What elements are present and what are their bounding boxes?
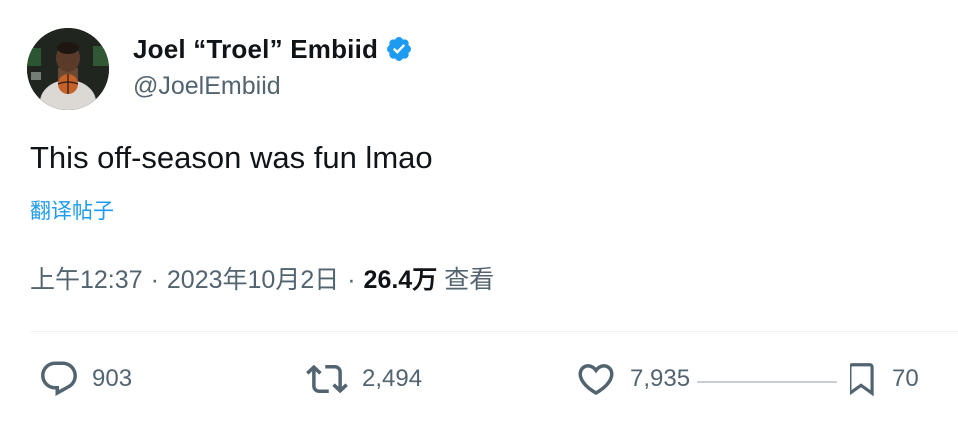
translate-post-link[interactable]: 翻译帖子 [30, 195, 114, 225]
tweet-date[interactable]: 2023年10月2日 [167, 260, 339, 296]
retweet-icon [306, 364, 348, 394]
author-name-row[interactable]: Joel “Troel” Embiid [133, 32, 413, 66]
meta-separator: · [150, 266, 159, 294]
overlay-line [697, 381, 837, 383]
views-label: 查看 [444, 266, 495, 294]
divider [30, 331, 958, 332]
verified-badge-icon [385, 35, 413, 63]
tweet-text: This off-season was fun lmao [30, 140, 433, 175]
author-handle[interactable]: @JoelEmbiid [133, 72, 281, 101]
avatar[interactable] [27, 28, 109, 110]
tweet-meta: 上午12:37 · 2023年10月2日 · 26.4万 查看 [30, 260, 494, 296]
like-count: 7,935 [630, 365, 691, 392]
author-display-name[interactable]: Joel “Troel” Embiid [133, 34, 378, 65]
meta-separator: · [347, 266, 356, 294]
retweet-count: 2,494 [362, 365, 423, 392]
tweet-time[interactable]: 上午12:37 [30, 260, 143, 296]
ui-overlay [690, 362, 850, 402]
user-avatar-image [27, 28, 109, 110]
like-button[interactable]: 7,935 [574, 356, 690, 402]
bookmark-count: 70 [892, 365, 919, 392]
bookmark-button[interactable]: 70 [842, 356, 919, 402]
retweet-button[interactable]: 2,494 [304, 356, 422, 402]
reply-button[interactable]: 903 [38, 356, 132, 402]
bookmark-icon [848, 363, 874, 397]
reply-icon [41, 361, 77, 396]
like-icon [578, 364, 614, 396]
views-count: 26.4万 [363, 266, 438, 294]
reply-count: 903 [92, 365, 133, 392]
